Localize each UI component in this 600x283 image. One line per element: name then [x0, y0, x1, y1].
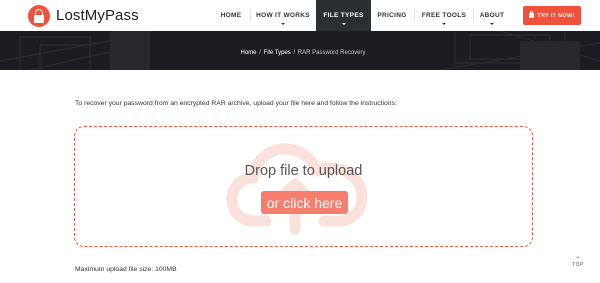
try-it-now-button[interactable]: TRY IT NOW!	[523, 6, 581, 25]
caret-down-icon	[442, 23, 446, 25]
nav-divider	[250, 10, 251, 21]
upload-instructions: To recover your password from an encrypt…	[75, 100, 397, 107]
nav-free-tools[interactable]: FREE TOOLS	[416, 0, 472, 31]
nav-home[interactable]: HOME	[213, 0, 249, 31]
nav-pricing[interactable]: PRICING	[372, 0, 412, 31]
breadcrumb-home[interactable]: Home	[241, 50, 257, 56]
breadcrumb-separator: /	[259, 50, 261, 56]
nav-label: ABOUT	[479, 12, 505, 19]
scroll-to-top-label: TOP	[572, 262, 584, 268]
breadcrumb-separator: /	[293, 50, 296, 56]
nav-label: HOME	[220, 12, 242, 19]
nav-label: FILE TYPES	[323, 12, 364, 19]
nav-label: HOW IT WORKS	[256, 12, 310, 19]
logo-text: LostMyPass	[56, 7, 139, 24]
nav-file-types[interactable]: FILE TYPES	[316, 0, 371, 31]
file-dropzone[interactable]: Drop file to upload or click here	[74, 126, 533, 247]
cloud-upload-icon	[226, 143, 368, 235]
breadcrumb: Home / File Types / RAR Password Recover…	[0, 50, 600, 56]
scroll-to-top-link[interactable]: TOP	[570, 256, 586, 268]
breadcrumb-current: RAR Password Recovery	[297, 50, 366, 56]
padlock-icon	[28, 4, 50, 27]
max-upload-size: Maximum upload file size: 100MB	[75, 266, 177, 273]
click-to-upload-button[interactable]: or click here	[261, 191, 348, 214]
nav-how-it-works[interactable]: HOW IT WORKS	[252, 0, 314, 31]
nav-about[interactable]: ABOUT	[474, 0, 510, 31]
try-it-now-label: TRY IT NOW!	[537, 12, 575, 19]
nav-label: PRICING	[377, 12, 407, 19]
lock-icon	[529, 10, 535, 18]
caret-down-icon	[490, 23, 494, 25]
arrow-up-icon	[576, 256, 580, 258]
site-header: LostMyPass HOME HOW IT WORKS FILE TYPES …	[0, 0, 600, 31]
caret-down-icon	[281, 23, 285, 25]
nav-divider	[414, 10, 415, 21]
page-banner: Home / File Types / RAR Password Recover…	[0, 31, 600, 70]
breadcrumb-file-types[interactable]: File Types	[264, 50, 291, 56]
drop-file-title: Drop file to upload	[244, 163, 363, 179]
logo-link[interactable]: LostMyPass	[28, 4, 139, 27]
caret-down-icon	[341, 23, 346, 25]
nav-label: FREE TOOLS	[421, 12, 467, 19]
